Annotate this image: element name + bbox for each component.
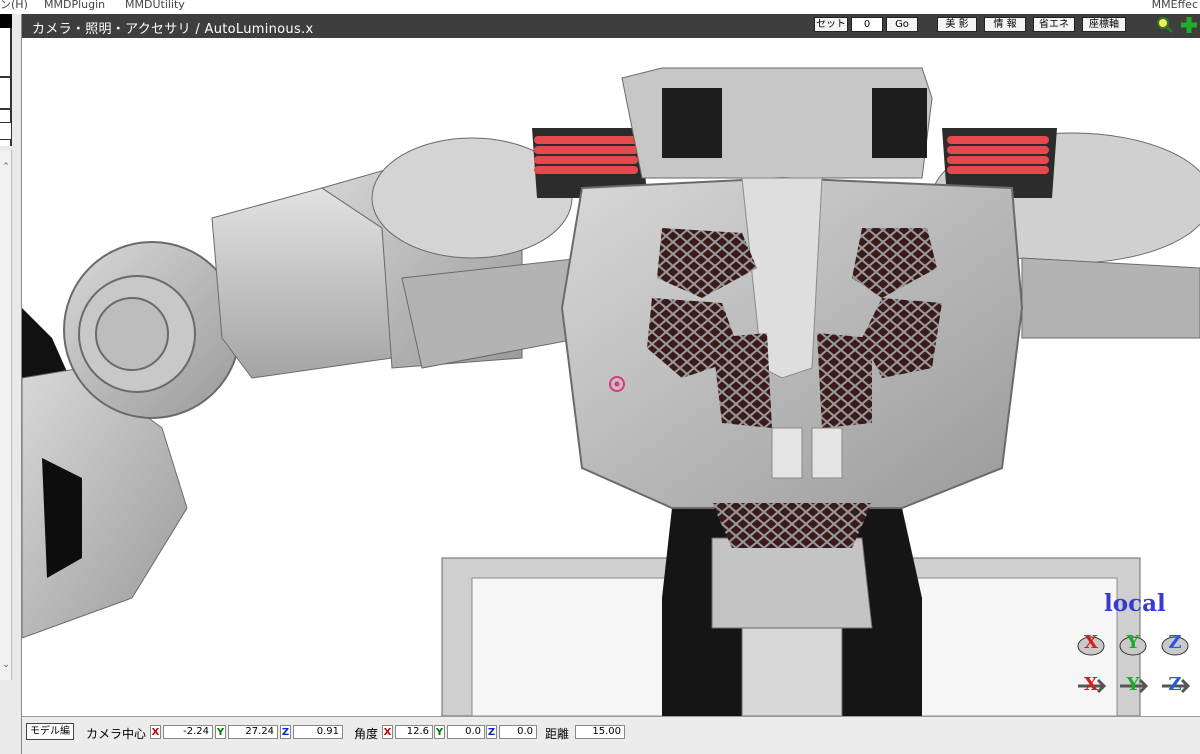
svg-text:X: X: [1084, 632, 1098, 653]
go-button[interactable]: Go: [886, 17, 918, 32]
center-x-label: X: [150, 725, 161, 739]
menu-mmeffect[interactable]: MMEffec: [1152, 0, 1198, 11]
center-z-field[interactable]: 0.91: [293, 725, 343, 739]
scroll-up-icon[interactable]: ⌃: [0, 160, 12, 174]
toggle-info[interactable]: 情 報: [984, 17, 1026, 32]
camera-center-label: カメラ中心: [86, 727, 147, 741]
set-button[interactable]: セット: [814, 17, 848, 32]
local-label: local: [1104, 590, 1166, 617]
angle-z-field[interactable]: 0.0: [499, 725, 537, 739]
left-panel-top: [0, 14, 12, 146]
menu-mmdplugin[interactable]: MMDPlugin: [44, 0, 105, 11]
distance-field[interactable]: 15.00: [575, 725, 625, 739]
svg-text:Y: Y: [1126, 674, 1141, 695]
status-bar: モデル編 カメラ中心 X -2.24 Y 27.24 Z 0.91 角度 X 1…: [22, 716, 1200, 754]
model-edit-button[interactable]: モデル編: [26, 723, 74, 740]
viewer-title: カメラ・照明・アクセサリ / AutoLuminous.x: [32, 22, 314, 37]
angle-z-label: Z: [486, 725, 497, 739]
svg-text:X: X: [1084, 674, 1098, 695]
zoom-icon[interactable]: [1156, 16, 1174, 34]
angle-y-label: Y: [434, 725, 445, 739]
toggle-axis[interactable]: 座標軸: [1082, 17, 1126, 32]
svg-text:Y: Y: [1126, 632, 1141, 653]
frame-input[interactable]: 0: [851, 17, 883, 32]
center-x-field[interactable]: -2.24: [163, 725, 213, 739]
left-scrollbar[interactable]: ⌃ ⌄: [0, 150, 12, 680]
robot-model-render: [22, 67, 1200, 716]
rotate-x-icon[interactable]: X: [1074, 628, 1108, 660]
scroll-down-icon[interactable]: ⌄: [0, 658, 12, 672]
menu-help[interactable]: ン(H): [0, 0, 28, 11]
left-panel-button[interactable]: [0, 76, 12, 110]
svg-text:Z: Z: [1168, 674, 1181, 695]
angle-label: 角度: [354, 727, 379, 741]
toggle-power-save[interactable]: 省エネ: [1033, 17, 1075, 32]
rotate-y-icon[interactable]: Y: [1116, 628, 1150, 660]
mmd-window: ン(H) MMDPlugin MMDUtility MMEffec ⌃ ⌄ カメ…: [0, 0, 1200, 754]
move-z-icon[interactable]: Z: [1158, 670, 1192, 702]
svg-text:Z: Z: [1168, 632, 1181, 653]
left-panel-header: [0, 14, 12, 28]
center-y-label: Y: [215, 725, 226, 739]
angle-x-field[interactable]: 12.6: [395, 725, 433, 739]
center-z-label: Z: [280, 725, 291, 739]
viewport-canvas[interactable]: [22, 38, 1200, 716]
left-panel-field[interactable]: [0, 122, 12, 140]
menu-mmdutility[interactable]: MMDUtility: [125, 0, 185, 11]
angle-x-label: X: [382, 725, 393, 739]
angle-y-field[interactable]: 0.0: [447, 725, 485, 739]
toggle-beauty-shadow[interactable]: 美 影: [937, 17, 977, 32]
move-plus-icon[interactable]: [1180, 16, 1198, 34]
center-y-field[interactable]: 27.24: [228, 725, 278, 739]
move-y-icon[interactable]: Y: [1116, 670, 1150, 702]
distance-label: 距離: [545, 727, 570, 741]
move-x-icon[interactable]: X: [1074, 670, 1108, 702]
rotate-z-icon[interactable]: Z: [1158, 628, 1192, 660]
menu-bar: ン(H) MMDPlugin MMDUtility MMEffec: [0, 0, 1200, 14]
